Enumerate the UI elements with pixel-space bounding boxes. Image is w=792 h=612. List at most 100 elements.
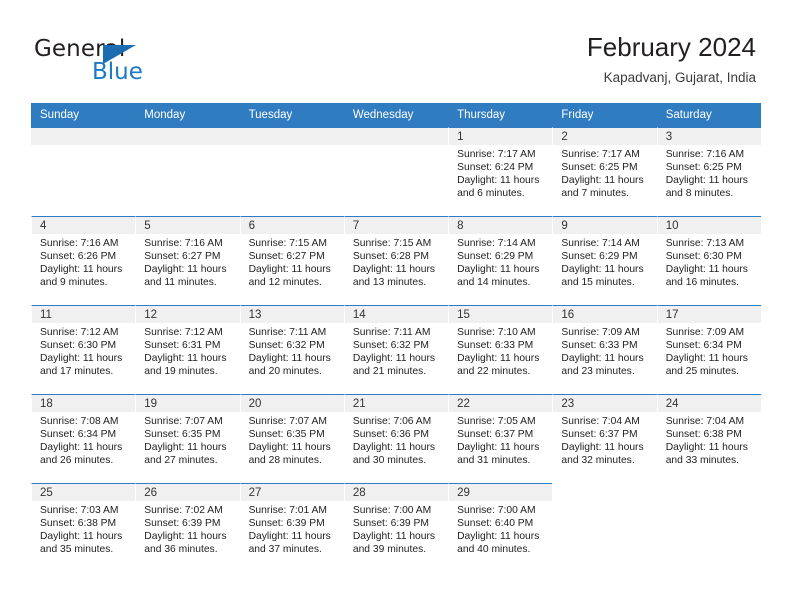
day-cell-inner	[135, 127, 240, 216]
daylight-text-line2: and 9 minutes.	[40, 277, 108, 289]
day-number: 22	[449, 395, 553, 412]
day-details: Sunrise: 7:09 AM Sunset: 6:33 PM Daylight:…	[553, 323, 656, 378]
day-number: 3	[657, 128, 761, 145]
day-cell-inner: 29 Sunrise: 7:00 AM Sunset: 6:40 PM Dayligh…	[448, 483, 553, 572]
daylight-text-line2: and 13 minutes.	[352, 277, 427, 289]
brand-logo[interactable]: General Blue	[34, 36, 174, 88]
calendar-day-cell[interactable]: 25 Sunrise: 7:03 AM Sunset: 6:38 PM Dayligh…	[31, 483, 136, 572]
day-details: Sunrise: 7:16 AM Sunset: 6:26 PM Daylight:…	[32, 234, 135, 289]
day-cell-inner: 14 Sunrise: 7:11 AM Sunset: 6:32 PM Dayligh…	[343, 305, 449, 394]
daylight-text-line1: Daylight: 11 hours	[352, 264, 436, 276]
calendar-day-cell[interactable]: 7 Sunrise: 7:15 AM Sunset: 6:28 PM Daylight…	[343, 216, 449, 305]
day-cell-inner: 4 Sunrise: 7:16 AM Sunset: 6:26 PM Daylight…	[31, 216, 136, 305]
daylight-text-line1: Daylight: 11 hours	[40, 442, 123, 454]
day-details: Sunrise: 7:12 AM Sunset: 6:30 PM Daylight:…	[32, 323, 135, 378]
day-number: 28	[344, 484, 449, 501]
calendar-empty-cell	[552, 483, 657, 572]
day-cell-inner: 19 Sunrise: 7:07 AM Sunset: 6:35 PM Dayligh…	[135, 394, 240, 483]
calendar-day-cell[interactable]: 4 Sunrise: 7:16 AM Sunset: 6:26 PM Daylight…	[31, 216, 136, 305]
calendar-day-cell[interactable]: 13 Sunrise: 7:11 AM Sunset: 6:32 PM Dayligh…	[239, 305, 344, 394]
daylight-text-line1: Daylight: 11 hours	[561, 264, 644, 276]
day-details: Sunrise: 7:12 AM Sunset: 6:31 PM Daylight:…	[136, 323, 239, 378]
calendar-day-cell[interactable]: 10 Sunrise: 7:13 AM Sunset: 6:30 PM Dayligh…	[656, 216, 761, 305]
calendar-day-cell[interactable]: 28 Sunrise: 7:00 AM Sunset: 6:39 PM Dayligh…	[343, 483, 449, 572]
sunset-text: Sunset: 6:34 PM	[665, 340, 742, 352]
sunset-text: Sunset: 6:38 PM	[665, 429, 742, 441]
day-cell-inner: 25 Sunrise: 7:03 AM Sunset: 6:38 PM Dayligh…	[31, 483, 136, 572]
daylight-text-line2: and 31 minutes.	[457, 455, 531, 467]
sunset-text: Sunset: 6:25 PM	[665, 162, 742, 174]
sunset-text: Sunset: 6:35 PM	[144, 429, 221, 441]
calendar-day-cell[interactable]: 9 Sunrise: 7:14 AM Sunset: 6:29 PM Daylight…	[552, 216, 657, 305]
daylight-text-line1: Daylight: 11 hours	[40, 531, 123, 543]
day-number: 6	[240, 217, 344, 234]
calendar-day-cell[interactable]: 22 Sunrise: 7:05 AM Sunset: 6:37 PM Dayligh…	[448, 394, 553, 483]
sunrise-text: Sunrise: 7:12 AM	[144, 327, 223, 338]
daylight-text-line1: Daylight: 11 hours	[40, 353, 123, 365]
daylight-text-line1: Daylight: 11 hours	[352, 353, 436, 365]
calendar-day-cell[interactable]: 17 Sunrise: 7:09 AM Sunset: 6:34 PM Dayligh…	[656, 305, 761, 394]
sunrise-text: Sunrise: 7:05 AM	[457, 416, 536, 427]
sunset-text: Sunset: 6:28 PM	[352, 251, 429, 263]
calendar-day-cell[interactable]: 23 Sunrise: 7:04 AM Sunset: 6:37 PM Dayligh…	[552, 394, 657, 483]
calendar-day-cell[interactable]: 26 Sunrise: 7:02 AM Sunset: 6:39 PM Dayligh…	[135, 483, 240, 572]
daylight-text-line2: and 28 minutes.	[248, 455, 322, 467]
day-number: 13	[240, 306, 344, 323]
calendar-day-cell[interactable]: 12 Sunrise: 7:12 AM Sunset: 6:31 PM Dayligh…	[135, 305, 240, 394]
title-block: February 2024 Kapadvanj, Gujarat, India	[587, 30, 756, 88]
sunrise-text: Sunrise: 7:15 AM	[352, 238, 432, 249]
day-cell-inner: 2 Sunrise: 7:17 AM Sunset: 6:25 PM Daylight…	[552, 127, 657, 216]
calendar-day-cell[interactable]: 8 Sunrise: 7:14 AM Sunset: 6:29 PM Daylight…	[448, 216, 553, 305]
sunrise-text: Sunrise: 7:03 AM	[40, 505, 119, 516]
daylight-text-line2: and 22 minutes.	[457, 366, 531, 378]
day-cell-inner: 22 Sunrise: 7:05 AM Sunset: 6:37 PM Dayligh…	[448, 394, 553, 483]
day-cell-inner: 17 Sunrise: 7:09 AM Sunset: 6:34 PM Dayligh…	[656, 305, 761, 394]
day-number: 17	[657, 306, 761, 323]
sunset-text: Sunset: 6:39 PM	[352, 518, 429, 530]
sunrise-text: Sunrise: 7:14 AM	[457, 238, 536, 249]
day-number: 24	[657, 395, 761, 412]
daylight-text-line1: Daylight: 11 hours	[457, 531, 540, 543]
weekday-header-wednesday: Wednesday	[343, 103, 449, 127]
calendar-day-cell[interactable]: 18 Sunrise: 7:08 AM Sunset: 6:34 PM Dayligh…	[31, 394, 136, 483]
calendar-day-cell[interactable]: 29 Sunrise: 7:00 AM Sunset: 6:40 PM Dayligh…	[448, 483, 553, 572]
calendar-day-cell[interactable]: 27 Sunrise: 7:01 AM Sunset: 6:39 PM Dayligh…	[239, 483, 344, 572]
day-details: Sunrise: 7:05 AM Sunset: 6:37 PM Daylight:…	[449, 412, 552, 467]
day-number	[135, 128, 240, 145]
day-number: 21	[344, 395, 449, 412]
calendar-day-cell[interactable]: 5 Sunrise: 7:16 AM Sunset: 6:27 PM Daylight…	[135, 216, 240, 305]
day-cell-inner: 6 Sunrise: 7:15 AM Sunset: 6:27 PM Daylight…	[239, 216, 344, 305]
daylight-text-line1: Daylight: 11 hours	[561, 442, 644, 454]
day-number: 12	[136, 306, 240, 323]
calendar-day-cell[interactable]: 24 Sunrise: 7:04 AM Sunset: 6:38 PM Dayligh…	[656, 394, 761, 483]
daylight-text-line1: Daylight: 11 hours	[561, 353, 644, 365]
calendar-day-cell[interactable]: 21 Sunrise: 7:06 AM Sunset: 6:36 PM Dayligh…	[343, 394, 449, 483]
daylight-text-line2: and 11 minutes.	[144, 277, 217, 289]
sunset-text: Sunset: 6:25 PM	[561, 162, 638, 174]
calendar-day-cell[interactable]: 19 Sunrise: 7:07 AM Sunset: 6:35 PM Dayligh…	[135, 394, 240, 483]
calendar-day-cell[interactable]: 2 Sunrise: 7:17 AM Sunset: 6:25 PM Daylight…	[552, 127, 657, 216]
day-number: 29	[449, 484, 553, 501]
day-number	[31, 128, 136, 145]
day-details: Sunrise: 7:17 AM Sunset: 6:25 PM Daylight:…	[553, 145, 656, 200]
day-number: 7	[344, 217, 449, 234]
calendar-day-cell[interactable]: 16 Sunrise: 7:09 AM Sunset: 6:33 PM Dayligh…	[552, 305, 657, 394]
daylight-text-line1: Daylight: 11 hours	[665, 175, 748, 187]
daylight-text-line2: and 26 minutes.	[40, 455, 114, 467]
day-cell-inner	[343, 127, 449, 216]
calendar-day-cell[interactable]: 1 Sunrise: 7:17 AM Sunset: 6:24 PM Daylight…	[448, 127, 553, 216]
day-number	[239, 128, 344, 145]
calendar-day-cell[interactable]: 11 Sunrise: 7:12 AM Sunset: 6:30 PM Dayligh…	[31, 305, 136, 394]
calendar-day-cell[interactable]: 3 Sunrise: 7:16 AM Sunset: 6:25 PM Daylight…	[656, 127, 761, 216]
calendar-day-cell[interactable]: 20 Sunrise: 7:07 AM Sunset: 6:35 PM Dayligh…	[239, 394, 344, 483]
calendar-day-cell[interactable]: 15 Sunrise: 7:10 AM Sunset: 6:33 PM Dayligh…	[448, 305, 553, 394]
day-cell-inner	[239, 127, 344, 216]
weekday-header-tuesday: Tuesday	[239, 103, 344, 127]
day-number: 11	[32, 306, 136, 323]
day-cell-inner	[656, 483, 761, 572]
daylight-text-line2: and 27 minutes.	[144, 455, 218, 467]
sunrise-text: Sunrise: 7:11 AM	[352, 327, 431, 338]
calendar-day-cell[interactable]: 6 Sunrise: 7:15 AM Sunset: 6:27 PM Daylight…	[239, 216, 344, 305]
sunrise-text: Sunrise: 7:08 AM	[40, 416, 119, 427]
calendar-day-cell[interactable]: 14 Sunrise: 7:11 AM Sunset: 6:32 PM Dayligh…	[343, 305, 449, 394]
